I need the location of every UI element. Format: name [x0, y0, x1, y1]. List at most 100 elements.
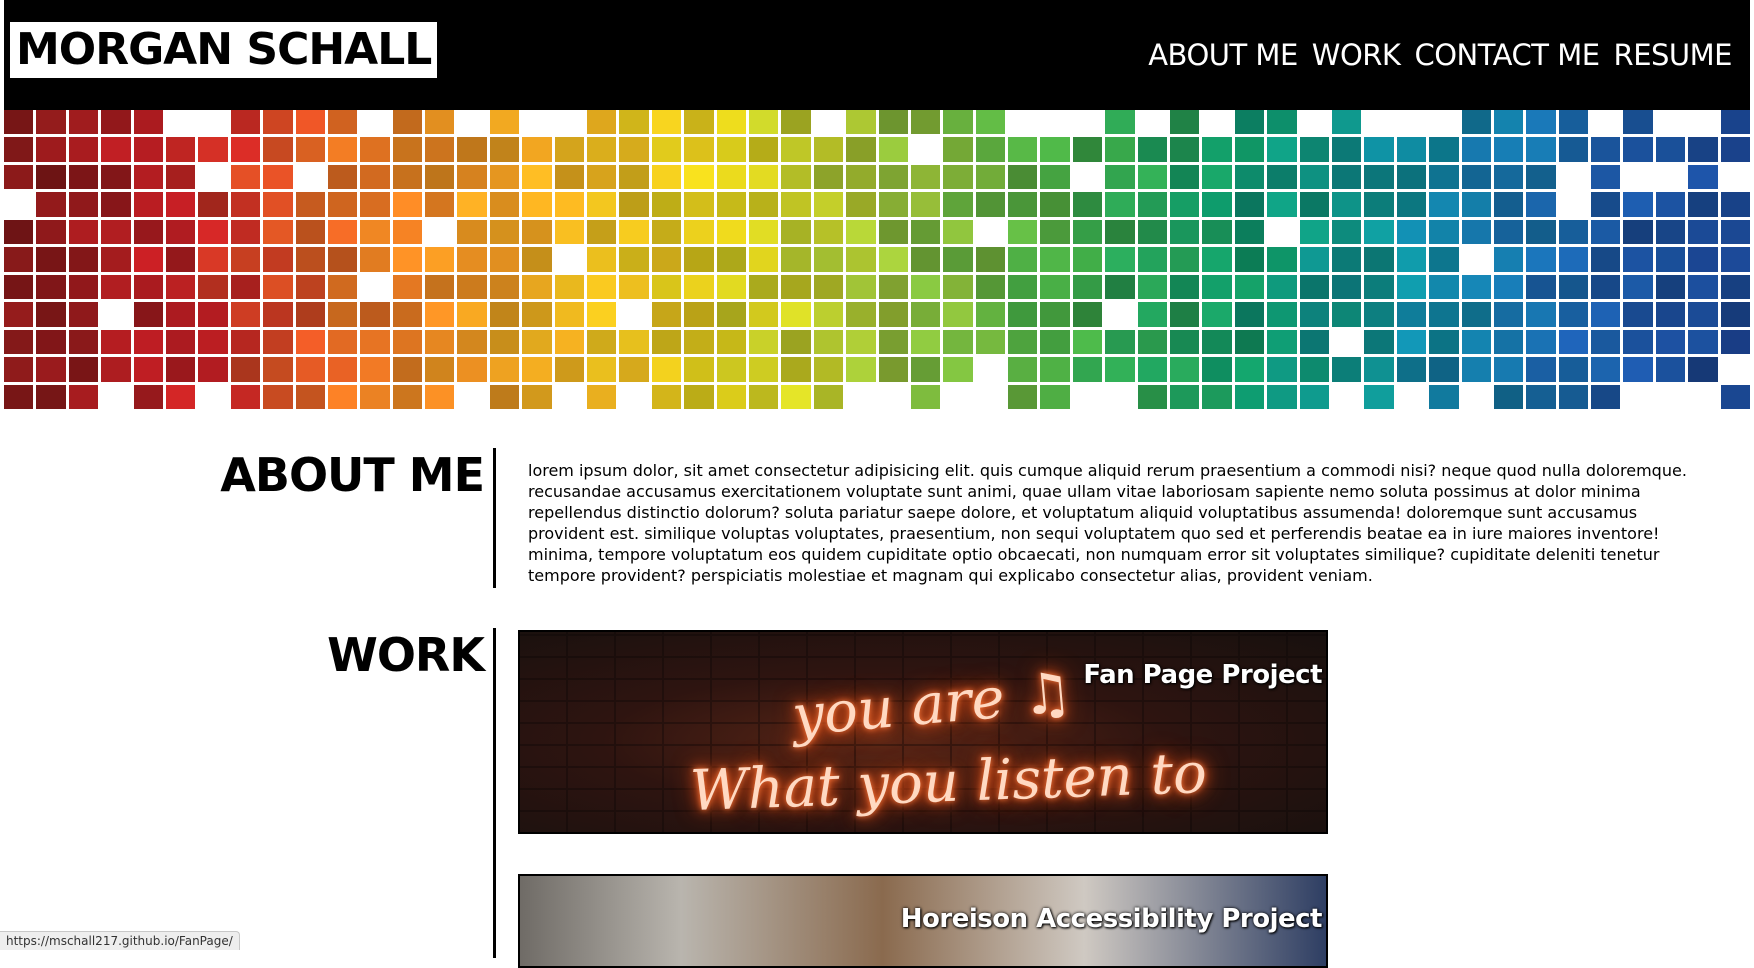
mosaic-tile	[1234, 164, 1265, 190]
mosaic-tile	[295, 192, 325, 217]
nav-contact-me[interactable]: CONTACT ME	[1414, 35, 1600, 75]
mosaic-tile	[4, 137, 34, 162]
mosaic-tile	[522, 219, 552, 245]
mosaic-tile	[1429, 274, 1459, 300]
mosaic-tile	[619, 357, 649, 382]
main-nav: ABOUT ME WORK CONTACT ME RESUME	[1148, 35, 1732, 75]
mosaic-tile	[1267, 384, 1297, 409]
mosaic-tile	[4, 164, 34, 190]
mosaic-tile	[4, 247, 34, 272]
mosaic-tile	[1655, 192, 1686, 217]
mosaic-tile	[1332, 385, 1361, 409]
mosaic-tile	[36, 247, 66, 272]
mosaic-tile	[101, 302, 130, 326]
mosaic-tile	[554, 192, 584, 217]
mosaic-tile	[4, 274, 34, 300]
mosaic-tile	[651, 274, 682, 300]
mosaic-tile	[230, 164, 261, 190]
mosaic-tile	[554, 329, 584, 355]
mosaic-tile	[943, 329, 973, 355]
mosaic-tile	[392, 302, 423, 327]
mosaic-tile	[489, 164, 520, 190]
mosaic-tile	[555, 385, 584, 409]
mosaic-tile	[1429, 384, 1459, 409]
mosaic-tile	[68, 164, 99, 190]
mosaic-tile	[68, 247, 99, 272]
mosaic-tile	[1721, 165, 1750, 189]
mosaic-tile	[295, 247, 325, 272]
mosaic-tile	[1559, 192, 1588, 216]
mosaic-tile	[1040, 329, 1070, 355]
mosaic-tile	[619, 137, 649, 162]
mosaic-tile	[1040, 110, 1069, 134]
mosaic-tile	[748, 329, 779, 355]
mosaic-tile	[1299, 219, 1329, 245]
mosaic-tile	[813, 137, 844, 162]
mosaic-tile	[1331, 137, 1362, 162]
mosaic-tile	[748, 137, 779, 162]
mosaic-tile	[392, 357, 423, 382]
mosaic-tile	[716, 357, 746, 382]
mosaic-tile	[489, 274, 520, 300]
project-card-horeison[interactable]: Horeison Accessibility Project	[518, 874, 1328, 968]
mosaic-tile	[1591, 192, 1621, 217]
mosaic-tile	[1170, 219, 1200, 245]
mosaic-tile	[1202, 274, 1232, 300]
mosaic-tile	[360, 219, 390, 245]
mosaic-tile	[327, 110, 358, 135]
project-title: Horeison Accessibility Project	[900, 904, 1323, 934]
mosaic-tile	[975, 302, 1006, 327]
mosaic-tile	[165, 302, 196, 327]
mosaic-tile	[1429, 192, 1459, 217]
mosaic-tile	[489, 192, 520, 217]
mosaic-tile	[522, 192, 552, 217]
mosaic-tile	[1364, 302, 1394, 327]
mosaic-tile	[1558, 274, 1589, 300]
mosaic-tile	[1267, 220, 1296, 244]
mosaic-tile	[1688, 274, 1718, 300]
mosaic-tile	[1072, 247, 1103, 272]
mosaic-tile	[1720, 219, 1750, 245]
mosaic-tile	[1558, 137, 1589, 162]
mosaic-tile	[1105, 137, 1135, 162]
mosaic-tile	[263, 192, 293, 217]
mosaic-tile	[554, 219, 584, 245]
mosaic-tile	[846, 247, 876, 272]
mosaic-tile	[1040, 192, 1070, 217]
mosaic-tile	[1202, 219, 1232, 245]
project-card-fan-page[interactable]: you are ♫ What you listen to Fan Page Pr…	[518, 630, 1328, 834]
mosaic-tile	[489, 357, 520, 382]
mosaic-tile	[68, 302, 99, 327]
mosaic-tile	[101, 192, 131, 217]
mosaic-tile	[1623, 137, 1653, 162]
mosaic-tile	[198, 110, 227, 134]
nav-about-me[interactable]: ABOUT ME	[1148, 35, 1298, 75]
mosaic-tile	[68, 329, 99, 355]
mosaic-tile	[1202, 384, 1232, 409]
mosaic-tile	[846, 219, 876, 245]
mosaic-tile	[684, 192, 714, 217]
mosaic-tile	[1688, 137, 1718, 162]
mosaic-tile	[1526, 384, 1556, 409]
mosaic-tile	[68, 274, 99, 300]
mosaic-tile	[522, 274, 552, 300]
mosaic-tile	[684, 247, 714, 272]
mosaic-tile	[1493, 110, 1524, 135]
mosaic-tile	[1526, 192, 1556, 217]
nav-work[interactable]: WORK	[1312, 35, 1401, 75]
mosaic-tile	[1105, 329, 1135, 355]
mosaic-tile	[68, 192, 99, 217]
mosaic-tile	[1720, 329, 1750, 355]
mosaic-tile	[748, 302, 779, 327]
mosaic-tile	[1299, 137, 1329, 162]
mosaic-tile	[1040, 357, 1070, 382]
mosaic-tile	[101, 329, 131, 355]
mosaic-tile	[1656, 165, 1685, 189]
mosaic-tile	[522, 384, 552, 409]
mosaic-tile	[1137, 302, 1167, 327]
mosaic-tile	[1688, 357, 1718, 382]
site-logo[interactable]: MORGAN SCHALL	[10, 22, 438, 78]
mosaic-tile	[1105, 164, 1135, 190]
nav-resume[interactable]: RESUME	[1614, 35, 1733, 75]
mosaic-tile	[1591, 247, 1621, 272]
